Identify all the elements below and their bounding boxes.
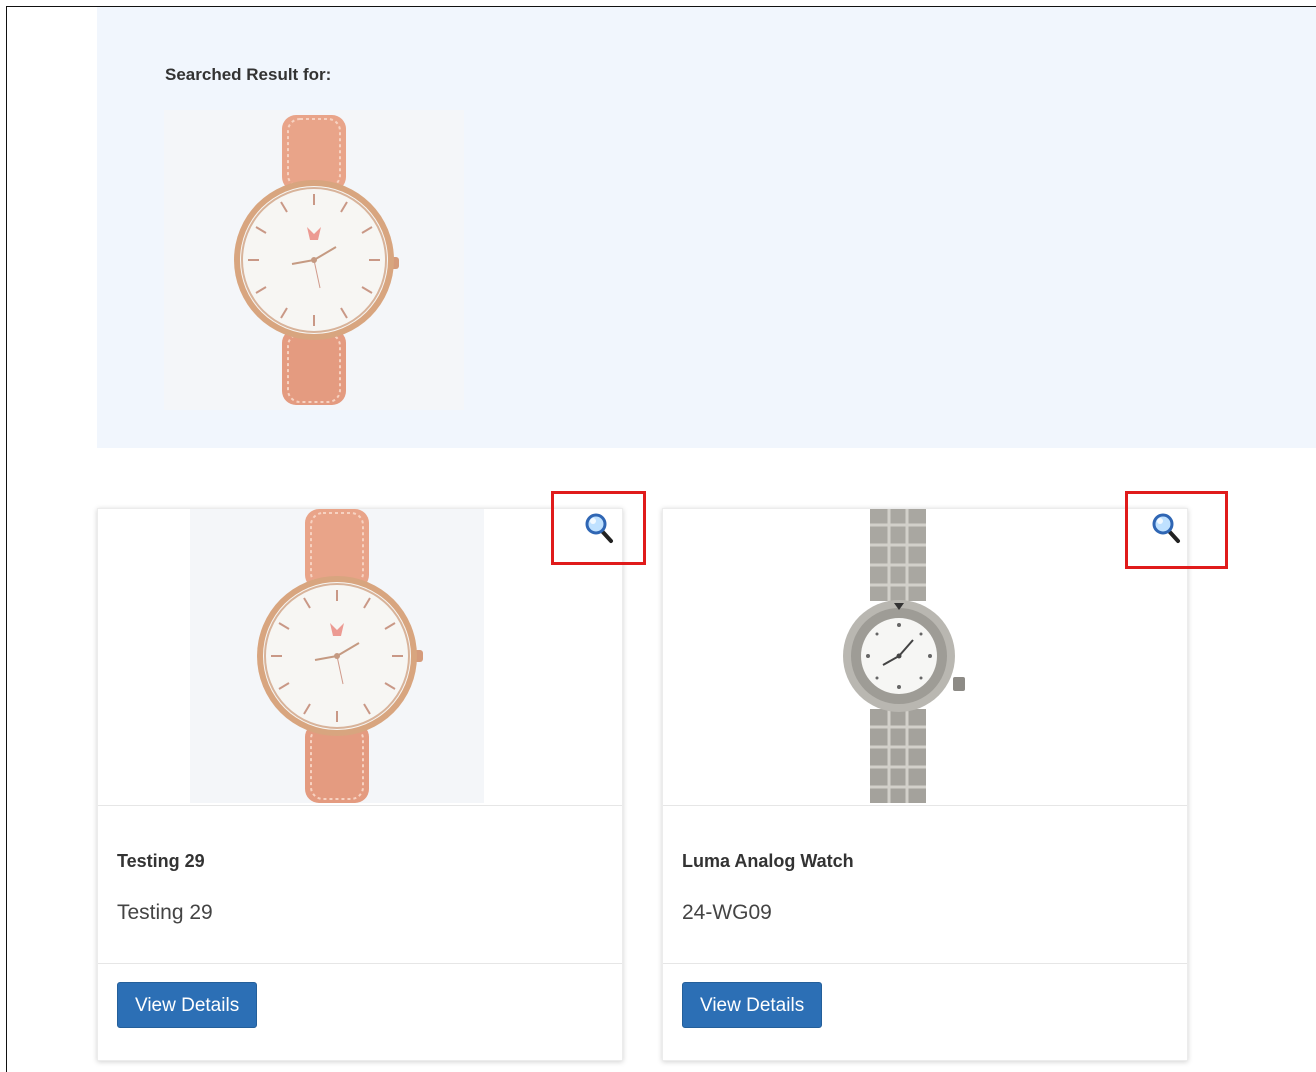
- query-product-image: [164, 110, 464, 410]
- magnifier-icon[interactable]: [1151, 512, 1181, 544]
- view-details-button[interactable]: View Details: [682, 982, 823, 1028]
- search-result-heading: Searched Result for:: [165, 65, 332, 84]
- product-name[interactable]: Testing 29: [117, 851, 205, 872]
- magnifier-icon-graphic: [585, 513, 613, 543]
- magnifier-icon-graphic: [1152, 513, 1180, 543]
- rose-gold-watch-image: [234, 115, 399, 405]
- card-divider: [98, 963, 622, 964]
- product-image-area: [98, 509, 622, 805]
- product-image-area: [663, 509, 1187, 805]
- card-divider: [98, 805, 622, 806]
- product-sku: 24-WG09: [682, 901, 772, 924]
- rose-gold-watch-image: [257, 509, 423, 803]
- magnifier-icon[interactable]: [584, 512, 614, 544]
- product-sku: Testing 29: [117, 901, 213, 924]
- search-result-panel: Searched Result for:: [97, 7, 1316, 448]
- card-divider: [663, 963, 1187, 964]
- view-details-button[interactable]: View Details: [117, 982, 258, 1028]
- product-card-luma-analog-watch: Luma Analog Watch 24-WG09 View Details: [662, 508, 1188, 1061]
- product-image[interactable]: [190, 509, 484, 803]
- product-image[interactable]: [779, 509, 1073, 803]
- product-name[interactable]: Luma Analog Watch: [682, 851, 854, 872]
- steel-watch-image: [843, 509, 965, 803]
- card-divider: [663, 805, 1187, 806]
- product-card-testing-29: Testing 29 Testing 29 View Details: [97, 508, 623, 1061]
